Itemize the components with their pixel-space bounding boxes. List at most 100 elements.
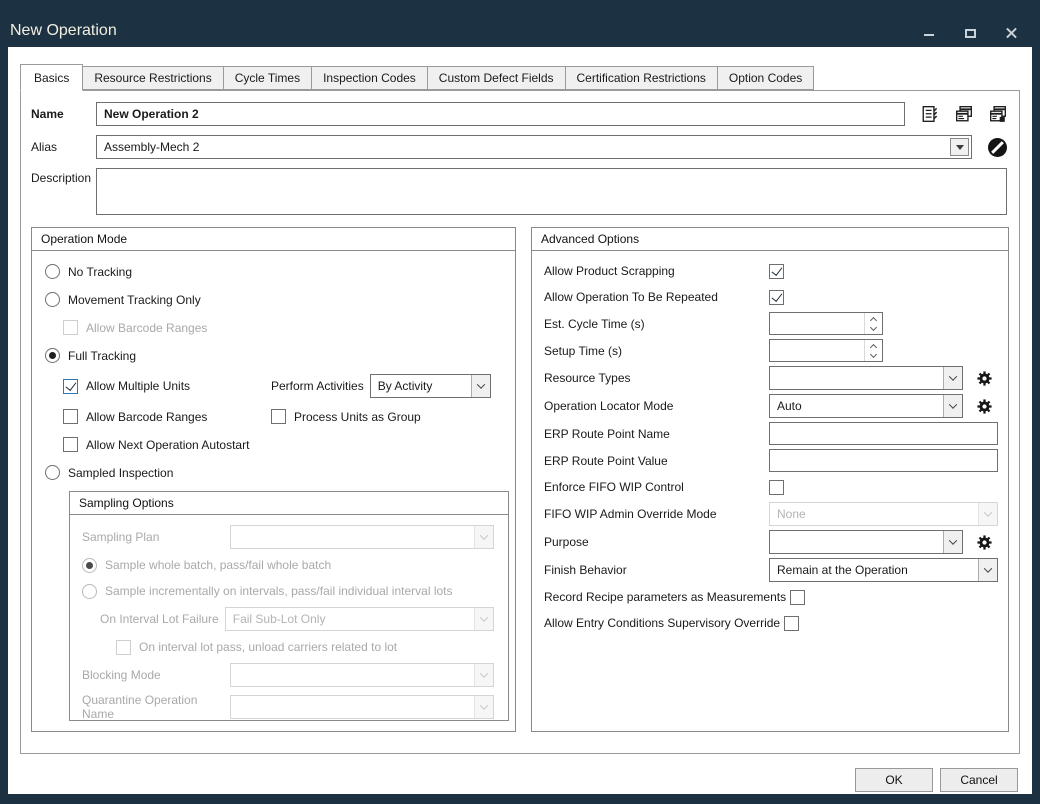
checkbox-allow-multiple-units[interactable]: Allow Multiple Units — [63, 379, 271, 394]
erp-route-point-name-input[interactable] — [769, 422, 998, 445]
radio-label: Sample whole batch, pass/fail whole batc… — [105, 558, 331, 572]
radio-sampled-inspection[interactable]: Sampled Inspection — [45, 465, 173, 480]
copy-with-options-button[interactable] — [989, 105, 1007, 123]
clear-alias-button[interactable] — [988, 138, 1007, 157]
alias-dropdown-button[interactable] — [950, 138, 969, 156]
radio-icon — [45, 465, 60, 480]
dropdown-button[interactable] — [943, 395, 962, 417]
footer: OK Cancel — [8, 768, 1018, 792]
chevron-down-icon — [480, 669, 488, 677]
text-list-icon — [921, 105, 939, 123]
dropdown-button[interactable] — [978, 559, 997, 581]
radio-full-tracking[interactable]: Full Tracking — [45, 348, 136, 363]
purpose-combobox[interactable] — [769, 530, 963, 554]
finish-behavior-label: Finish Behavior — [544, 563, 769, 577]
close-button[interactable] — [1004, 26, 1018, 40]
tab-basics[interactable]: Basics — [20, 64, 83, 91]
tab-resource-restrictions[interactable]: Resource Restrictions — [82, 66, 223, 90]
radio-icon — [45, 348, 60, 363]
operation-mode-body: No Tracking Movement Tracking Only Allow… — [32, 251, 515, 721]
ok-button[interactable]: OK — [855, 768, 933, 792]
advanced-options-title: Advanced Options — [532, 228, 1008, 251]
tab-inspection-codes[interactable]: Inspection Codes — [311, 66, 428, 90]
allow-entry-override-checkbox[interactable] — [784, 616, 799, 631]
titlebar[interactable]: New Operation — [0, 0, 1040, 47]
dropdown-button[interactable] — [943, 367, 962, 389]
operation-locator-mode-combobox[interactable]: Auto — [769, 394, 963, 418]
radio-sample-whole-batch: Sample whole batch, pass/fail whole batc… — [82, 558, 331, 573]
tab-certification-restrictions[interactable]: Certification Restrictions — [565, 66, 718, 90]
movement-barcode-row: Allow Barcode Ranges — [63, 318, 502, 337]
window-title: New Operation — [10, 22, 117, 40]
minimize-icon — [924, 34, 934, 36]
enforce-fifo-row: Enforce FIFO WIP Control — [544, 476, 998, 498]
product-scrapping-row: Allow Product Scrapping — [544, 260, 998, 282]
chevron-down-icon — [984, 564, 992, 572]
maximize-button[interactable] — [963, 26, 977, 40]
tab-option-codes[interactable]: Option Codes — [717, 66, 814, 90]
checkbox-allow-barcode-ranges-movement: Allow Barcode Ranges — [63, 320, 207, 335]
name-input[interactable] — [96, 102, 905, 126]
minimize-button[interactable] — [922, 26, 936, 40]
sampling-plan-label: Sampling Plan — [82, 530, 230, 544]
checkbox-allow-next-operation-autostart[interactable]: Allow Next Operation Autostart — [63, 437, 249, 452]
sampling-options-title: Sampling Options — [70, 492, 508, 515]
gear-icon — [976, 398, 993, 415]
interval-failure-label: On Interval Lot Failure — [100, 612, 219, 626]
erp-route-point-value-input[interactable] — [769, 449, 998, 472]
chevron-down-icon — [476, 380, 484, 388]
quarantine-operation-label: Quarantine Operation Name — [82, 693, 230, 721]
spinner-buttons[interactable] — [864, 340, 882, 361]
tabstrip: Basics Resource Restrictions Cycle Times… — [8, 47, 1032, 90]
operation-locator-settings-button[interactable] — [976, 398, 993, 415]
purpose-row: Purpose — [544, 530, 998, 554]
resource-types-settings-button[interactable] — [976, 370, 993, 387]
copy-options-icon — [989, 105, 1007, 123]
quarantine-operation-combobox — [230, 695, 494, 719]
erp-route-name-row: ERP Route Point Name — [544, 422, 998, 445]
fifo-admin-override-value: None — [770, 503, 978, 525]
allow-operation-repeated-label: Allow Operation To Be Repeated — [544, 290, 769, 304]
checkbox-label: Process Units as Group — [294, 410, 421, 424]
checkbox-label: Allow Next Operation Autostart — [86, 438, 249, 452]
multiple-units-row: Allow Multiple Units Perform Activities … — [63, 374, 502, 398]
perform-activities-combobox[interactable]: By Activity — [370, 374, 491, 398]
blocking-mode-label: Blocking Mode — [82, 668, 230, 682]
incremental-row: Sample incrementally on intervals, pass/… — [82, 581, 494, 601]
copy-operation-button[interactable] — [955, 105, 973, 123]
dropdown-button[interactable] — [471, 375, 490, 397]
allow-operation-repeated-checkbox[interactable] — [769, 290, 784, 305]
description-textarea[interactable] — [96, 168, 1007, 215]
chevron-down-icon — [870, 323, 877, 330]
record-recipe-checkbox[interactable] — [790, 590, 805, 605]
allow-product-scrapping-checkbox[interactable] — [769, 264, 784, 279]
radio-movement-tracking-only[interactable]: Movement Tracking Only — [45, 292, 201, 307]
barcode-group-row: Allow Barcode Ranges Process Units as Gr… — [63, 407, 502, 426]
interval-failure-value: Fail Sub-Lot Only — [226, 608, 474, 630]
sampling-plan-value — [231, 526, 474, 548]
est-cycle-time-input[interactable] — [769, 312, 883, 335]
resource-types-combobox[interactable] — [769, 366, 963, 390]
sampling-options-group: Sampling Options Sampling Plan — [69, 491, 509, 721]
finish-behavior-combobox[interactable]: Remain at the Operation — [769, 558, 998, 582]
description-label: Description — [31, 171, 96, 185]
purpose-settings-button[interactable] — [976, 534, 993, 551]
enforce-fifo-checkbox[interactable] — [769, 480, 784, 495]
est-cycle-time-value — [770, 313, 864, 334]
checkbox-allow-barcode-ranges[interactable]: Allow Barcode Ranges — [63, 409, 271, 424]
checkbox-process-units-as-group[interactable]: Process Units as Group — [271, 409, 421, 424]
cancel-button[interactable]: Cancel — [940, 768, 1018, 792]
dropdown-button — [474, 526, 493, 548]
setup-time-input[interactable] — [769, 339, 883, 362]
dropdown-button[interactable] — [943, 531, 962, 553]
alias-value: Assembly-Mech 2 — [97, 136, 948, 158]
alias-combobox[interactable]: Assembly-Mech 2 — [96, 135, 972, 159]
name-row: Name — [31, 102, 1007, 126]
edit-name-list-button[interactable] — [921, 105, 939, 123]
spinner-buttons[interactable] — [864, 313, 882, 334]
tab-custom-defect-fields[interactable]: Custom Defect Fields — [427, 66, 566, 90]
radio-no-tracking[interactable]: No Tracking — [45, 264, 132, 279]
tab-cycle-times[interactable]: Cycle Times — [223, 66, 312, 90]
radio-icon — [82, 558, 97, 573]
checkbox-label: Allow Multiple Units — [86, 379, 190, 393]
